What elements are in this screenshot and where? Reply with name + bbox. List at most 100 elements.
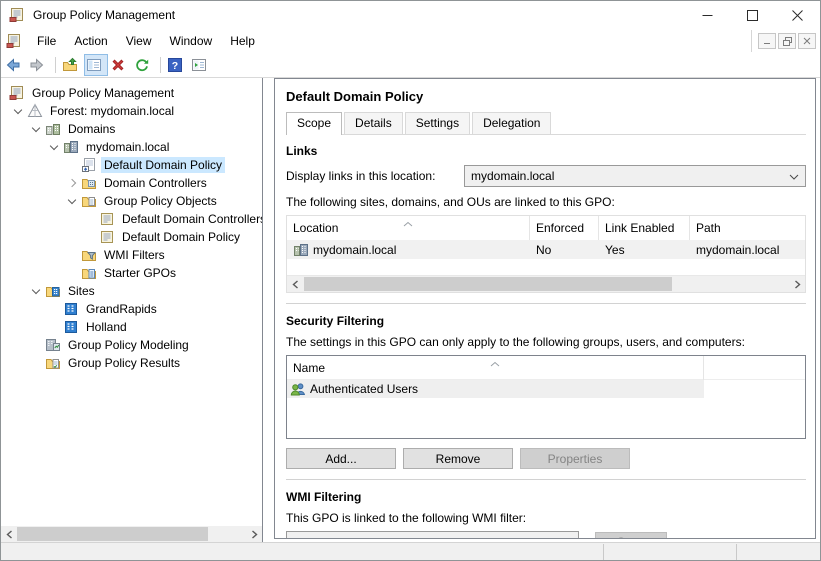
tree-item-label: Default Domain Policy [101, 157, 225, 173]
links-horizontal-scrollbar[interactable] [287, 275, 805, 292]
action-pane-icon [191, 57, 207, 73]
gpo-icon [99, 229, 115, 245]
menu-file[interactable]: File [28, 31, 65, 51]
column-header-enforced[interactable]: Enforced [530, 216, 599, 240]
sites-folder-icon [45, 283, 61, 299]
main-area: Group Policy ManagementForest: mydomain.… [1, 78, 820, 542]
chevron-down-icon[interactable] [63, 192, 81, 210]
chevron-down-icon [562, 535, 572, 539]
help-button[interactable]: ? [165, 54, 189, 76]
up-one-level-button[interactable] [60, 54, 84, 76]
scroll-right-icon[interactable] [789, 276, 805, 292]
wmi-caption: This GPO is linked to the following WMI … [286, 511, 806, 525]
security-list-body: Authenticated Users [287, 380, 805, 398]
tree-item-group-policy-objects[interactable]: Group Policy Objects [1, 192, 262, 210]
remove-button[interactable]: Remove [403, 448, 513, 469]
site-icon [63, 319, 79, 335]
tree-item-default-domain-policy[interactable]: Default Domain Policy [1, 156, 262, 174]
tab-details[interactable]: Details [344, 112, 403, 134]
action-pane-button[interactable] [189, 54, 213, 76]
expander-placeholder [81, 228, 99, 246]
console-tree-button[interactable] [84, 54, 108, 76]
tree-item-domain-controllers[interactable]: Domain Controllers [1, 174, 262, 192]
security-list-row[interactable]: Authenticated Users [287, 380, 805, 398]
expander-placeholder [63, 246, 81, 264]
delete-button[interactable] [108, 54, 132, 76]
chevron-down-icon[interactable] [27, 282, 45, 300]
close-button[interactable] [775, 2, 820, 29]
gpo-icon [99, 211, 115, 227]
chevron-down-icon[interactable] [45, 138, 63, 156]
column-header-link-enabled[interactable]: Link Enabled [599, 216, 690, 240]
mdi-restore-button[interactable] [778, 33, 796, 49]
menu-view[interactable]: View [117, 31, 161, 51]
wmi-filter-combo[interactable]: <none> [286, 531, 579, 539]
status-bar [1, 542, 820, 560]
back-button[interactable] [3, 54, 27, 76]
tree-item-mydomain-local[interactable]: mydomain.local [1, 138, 262, 156]
tree-item-default-domain-policy[interactable]: Default Domain Policy [1, 228, 262, 246]
mdi-window-controls [751, 30, 820, 52]
scroll-right-icon[interactable] [246, 526, 262, 542]
tree-item-domains[interactable]: Domains [1, 120, 262, 138]
tree-item-forest-mydomain-local[interactable]: Forest: mydomain.local [1, 102, 262, 120]
gpo-link-icon [81, 157, 97, 173]
tree-item-holland[interactable]: Holland [1, 318, 262, 336]
chevron-down-icon[interactable] [27, 120, 45, 138]
add-button[interactable]: Add... [286, 448, 396, 469]
refresh-icon [134, 57, 150, 73]
scroll-left-icon[interactable] [287, 276, 303, 292]
domain-icon [63, 139, 79, 155]
tree-item-group-policy-modeling[interactable]: Group Policy Modeling [1, 336, 262, 354]
refresh-button[interactable] [132, 54, 156, 76]
menu-bar: File Action View Window Help [1, 29, 820, 53]
pane-splitter[interactable] [263, 78, 274, 542]
tab-scope[interactable]: Scope [286, 112, 342, 135]
app-icon [9, 7, 25, 23]
console-icon [9, 85, 25, 101]
tab-settings[interactable]: Settings [405, 112, 470, 134]
links-table-body: mydomain.localNoYesmydomain.local [287, 240, 805, 259]
help-icon: ? [167, 57, 183, 73]
tree-item-label: Group Policy Objects [101, 193, 220, 209]
svg-text:?: ? [172, 60, 178, 72]
links-table-empty-space [287, 259, 805, 275]
menu-action[interactable]: Action [65, 31, 116, 51]
maximize-button[interactable] [730, 2, 775, 29]
display-links-label: Display links in this location: [286, 169, 464, 183]
tree-item-group-policy-management[interactable]: Group Policy Management [1, 84, 262, 102]
wmi-filter-value: <none> [293, 535, 334, 539]
tree-item-starter-gpos[interactable]: Starter GPOs [1, 264, 262, 282]
tree-item-default-domain-controllers[interactable]: Default Domain Controllers [1, 210, 262, 228]
tree-item-wmi-filters[interactable]: WMI Filters [1, 246, 262, 264]
scroll-thumb[interactable] [304, 277, 672, 291]
scroll-thumb[interactable] [17, 527, 208, 541]
tree-item-sites[interactable]: Sites [1, 282, 262, 300]
forest-icon [27, 103, 43, 119]
console-tree: Group Policy ManagementForest: mydomain.… [1, 84, 262, 372]
chevron-down-icon[interactable] [9, 102, 27, 120]
minimize-button[interactable] [685, 2, 730, 29]
tree-item-grandrapids[interactable]: GrandRapids [1, 300, 262, 318]
column-header-path[interactable]: Path [690, 216, 805, 240]
results-folder-icon [45, 355, 61, 371]
tree-item-group-policy-results[interactable]: Group Policy Results [1, 354, 262, 372]
toolbar-separator [160, 57, 161, 73]
menu-help[interactable]: Help [221, 31, 264, 51]
chevron-right-icon[interactable] [63, 174, 81, 192]
forward-button[interactable] [27, 54, 51, 76]
links-table-row[interactable]: mydomain.localNoYesmydomain.local [287, 240, 805, 259]
tree-item-label: Group Policy Results [65, 355, 183, 371]
scroll-left-icon[interactable] [1, 526, 17, 542]
mdi-minimize-button[interactable] [758, 33, 776, 49]
tree-horizontal-scrollbar[interactable] [1, 526, 262, 542]
expander-placeholder [45, 318, 63, 336]
security-list: Name Authenticated Users [286, 355, 806, 439]
tab-delegation[interactable]: Delegation [472, 112, 551, 134]
delete-icon [110, 57, 126, 73]
display-links-combo[interactable]: mydomain.local [464, 165, 806, 187]
toolbar: ? [1, 53, 820, 78]
mdi-close-button[interactable] [798, 33, 816, 49]
gpo-folder-icon [81, 193, 97, 209]
menu-window[interactable]: Window [161, 31, 222, 51]
